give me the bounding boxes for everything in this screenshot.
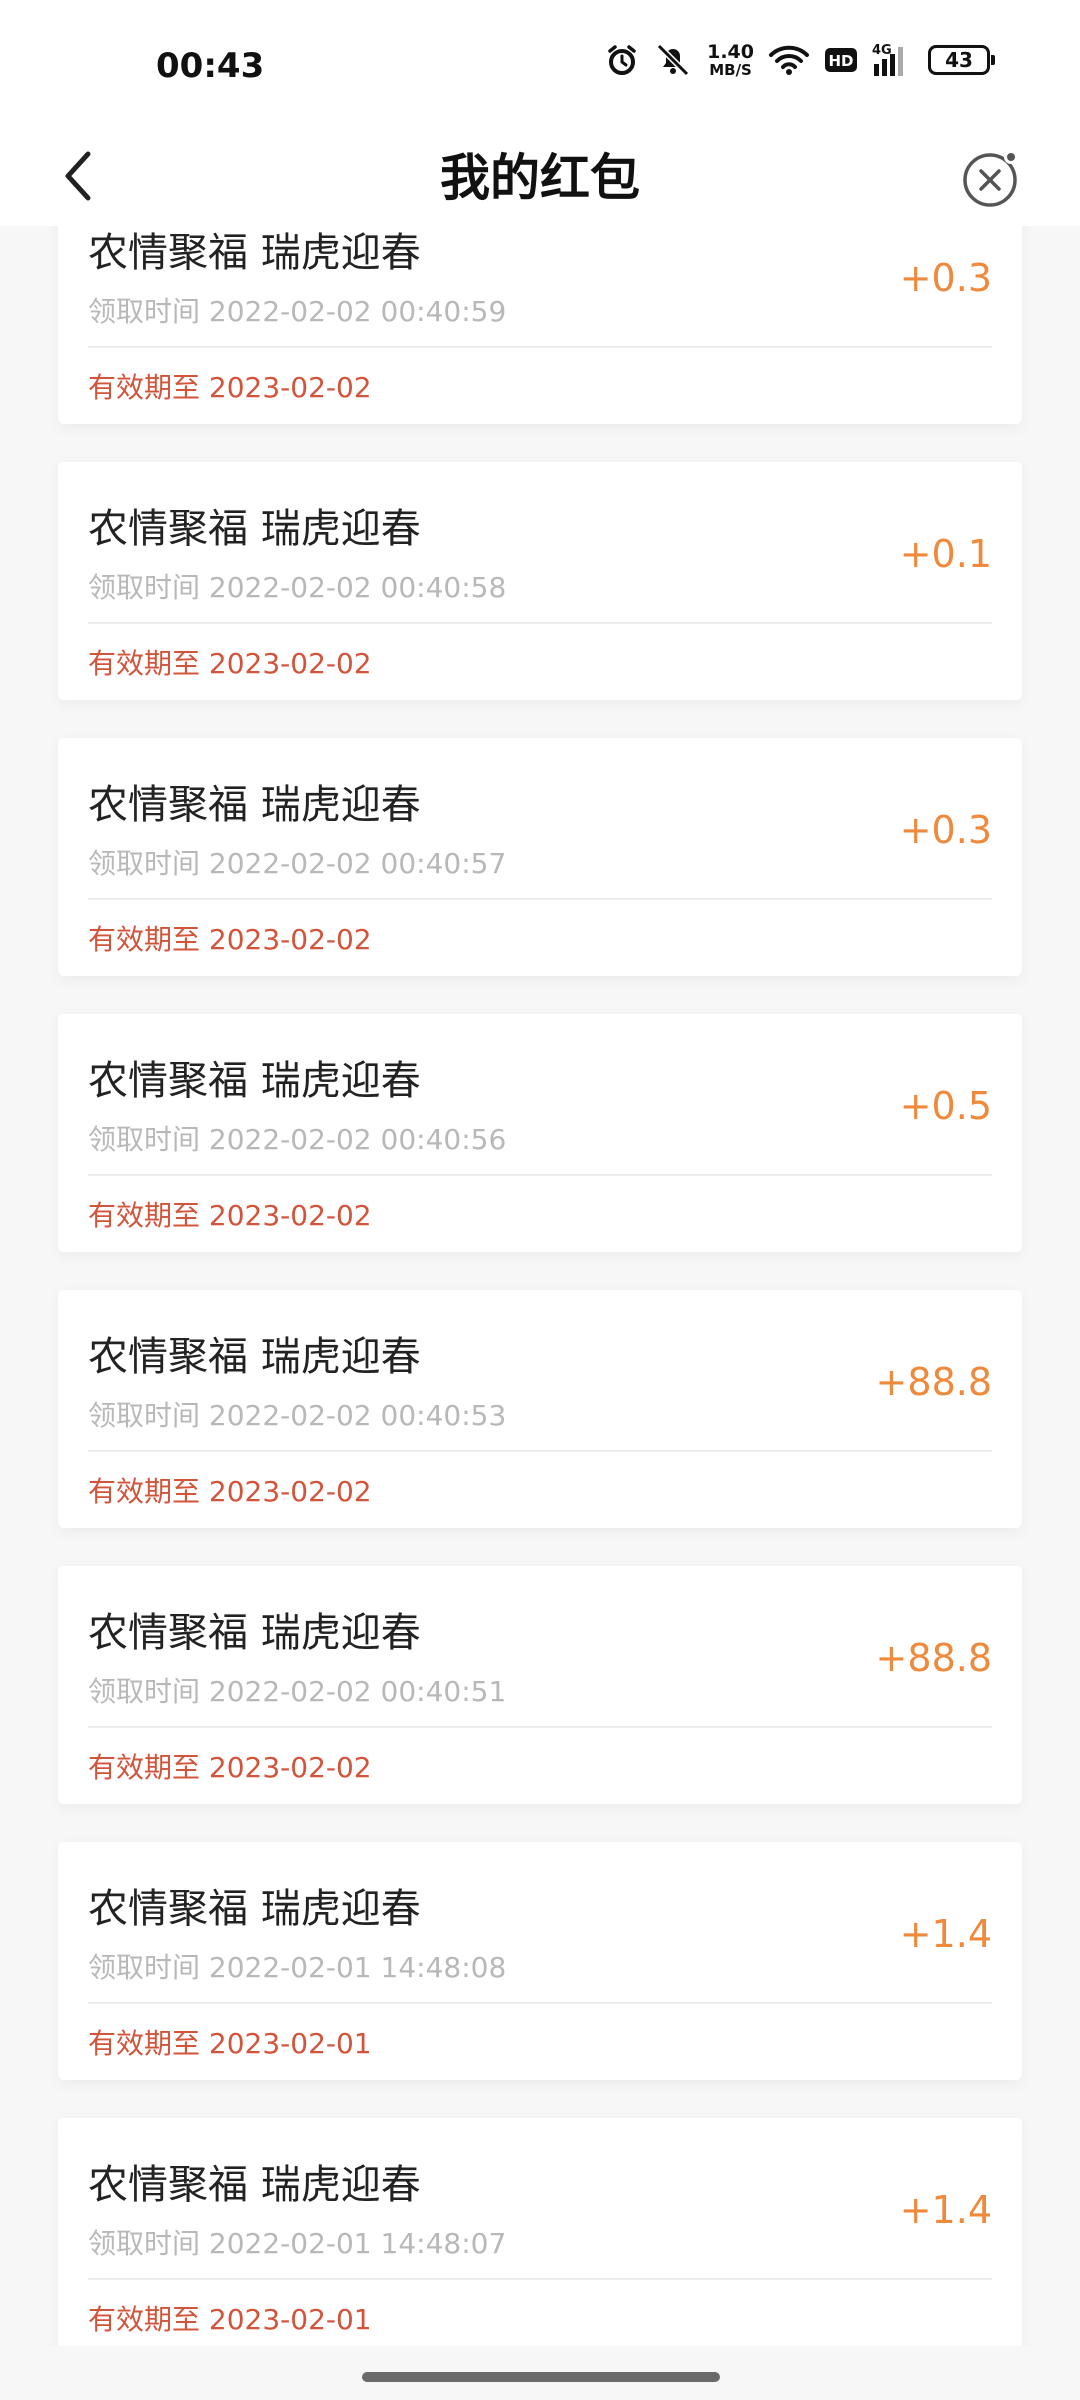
item-title: 农情聚福 瑞虎迎春 (88, 1610, 421, 1656)
close-button[interactable] (956, 142, 1028, 214)
home-indicator[interactable] (362, 2372, 720, 2382)
list-item[interactable]: 农情聚福 瑞虎迎春 领取时间 2022-02-02 00:40:57 有效期至 … (58, 738, 1022, 976)
page-title: 我的红包 (440, 149, 640, 207)
item-title: 农情聚福 瑞虎迎春 (88, 782, 421, 828)
item-expiry: 有效期至 2023-02-02 (88, 371, 372, 404)
item-receive-time: 领取时间 2022-02-02 00:40:57 (88, 847, 507, 880)
item-expiry: 有效期至 2023-02-01 (88, 2027, 372, 2060)
list-item[interactable]: 农情聚福 瑞虎迎春 领取时间 2022-02-02 00:40:53 有效期至 … (58, 1290, 1022, 1528)
item-title: 农情聚福 瑞虎迎春 (88, 1334, 421, 1380)
alarm-icon (605, 43, 639, 77)
item-title: 农情聚福 瑞虎迎春 (88, 2162, 421, 2208)
status-time: 00:43 (156, 46, 265, 86)
item-expiry: 有效期至 2023-02-02 (88, 647, 372, 680)
chevron-left-icon (58, 148, 98, 208)
item-amount: +0.5 (899, 1084, 992, 1128)
item-divider (88, 622, 992, 624)
item-divider (88, 2278, 992, 2280)
item-amount: +1.4 (899, 1912, 992, 1956)
list-item[interactable]: 农情聚福 瑞虎迎春 领取时间 2022-02-02 00:40:56 有效期至 … (58, 1014, 1022, 1252)
item-receive-time: 领取时间 2022-02-02 00:40:59 (88, 295, 507, 328)
item-divider (88, 346, 992, 348)
item-title: 农情聚福 瑞虎迎春 (88, 230, 421, 276)
net-speed-unit: MB/S (709, 60, 752, 79)
item-receive-time: 领取时间 2022-02-01 14:48:07 (88, 2227, 507, 2260)
item-divider (88, 898, 992, 900)
item-expiry: 有效期至 2023-02-02 (88, 1475, 372, 1508)
item-amount: +0.3 (899, 808, 992, 852)
close-circle-icon (956, 150, 1028, 218)
header: 我的红包 (0, 130, 1080, 226)
item-divider (88, 1174, 992, 1176)
item-receive-time: 领取时间 2022-02-01 14:48:08 (88, 1951, 507, 1984)
hd-icon: HD (824, 46, 858, 74)
back-button[interactable] (40, 140, 116, 216)
battery-icon: 43 (928, 45, 995, 75)
item-divider (88, 1726, 992, 1728)
item-receive-time: 领取时间 2022-02-02 00:40:53 (88, 1399, 507, 1432)
item-amount: +88.8 (875, 1636, 992, 1680)
battery-level: 43 (945, 48, 973, 72)
item-amount: +0.1 (899, 532, 992, 576)
item-expiry: 有效期至 2023-02-02 (88, 1199, 372, 1232)
item-receive-time: 领取时间 2022-02-02 00:40:56 (88, 1123, 507, 1156)
item-title: 农情聚福 瑞虎迎春 (88, 506, 421, 552)
wifi-icon (768, 44, 810, 76)
item-expiry: 有效期至 2023-02-01 (88, 2303, 372, 2336)
signal-label: 4G (872, 43, 892, 58)
signal-icon: 4G (872, 42, 914, 78)
status-bar: 00:43 1.40 MB/S HD 4G 43 (0, 0, 1080, 130)
item-receive-time: 领取时间 2022-02-02 00:40:51 (88, 1675, 507, 1708)
item-amount: +0.3 (899, 256, 992, 300)
list-item[interactable]: 农情聚福 瑞虎迎春 领取时间 2022-02-02 00:40:58 有效期至 … (58, 462, 1022, 700)
net-speed-value: 1.40 (707, 40, 754, 63)
item-expiry: 有效期至 2023-02-02 (88, 1751, 372, 1784)
item-expiry: 有效期至 2023-02-02 (88, 923, 372, 956)
item-divider (88, 2002, 992, 2004)
network-speed: 1.40 MB/S (707, 40, 754, 79)
hd-label: HD (828, 52, 853, 70)
item-title: 农情聚福 瑞虎迎春 (88, 1886, 421, 1932)
red-packet-list[interactable]: 农情聚福 瑞虎迎春 领取时间 2022-02-02 00:40:59 有效期至 … (0, 226, 1080, 2346)
item-title: 农情聚福 瑞虎迎春 (88, 1058, 421, 1104)
status-icons: 1.40 MB/S HD 4G 43 (605, 40, 995, 79)
list-item[interactable]: 农情聚福 瑞虎迎春 领取时间 2022-02-02 00:40:59 有效期至 … (58, 226, 1022, 424)
item-amount: +88.8 (875, 1360, 992, 1404)
item-amount: +1.4 (899, 2188, 992, 2232)
bell-off-icon (653, 42, 693, 78)
list-item[interactable]: 农情聚福 瑞虎迎春 领取时间 2022-02-01 14:48:07 有效期至 … (58, 2118, 1022, 2346)
item-divider (88, 1450, 992, 1452)
list-item[interactable]: 农情聚福 瑞虎迎春 领取时间 2022-02-01 14:48:08 有效期至 … (58, 1842, 1022, 2080)
list-item[interactable]: 农情聚福 瑞虎迎春 领取时间 2022-02-02 00:40:51 有效期至 … (58, 1566, 1022, 1804)
item-receive-time: 领取时间 2022-02-02 00:40:58 (88, 571, 507, 604)
